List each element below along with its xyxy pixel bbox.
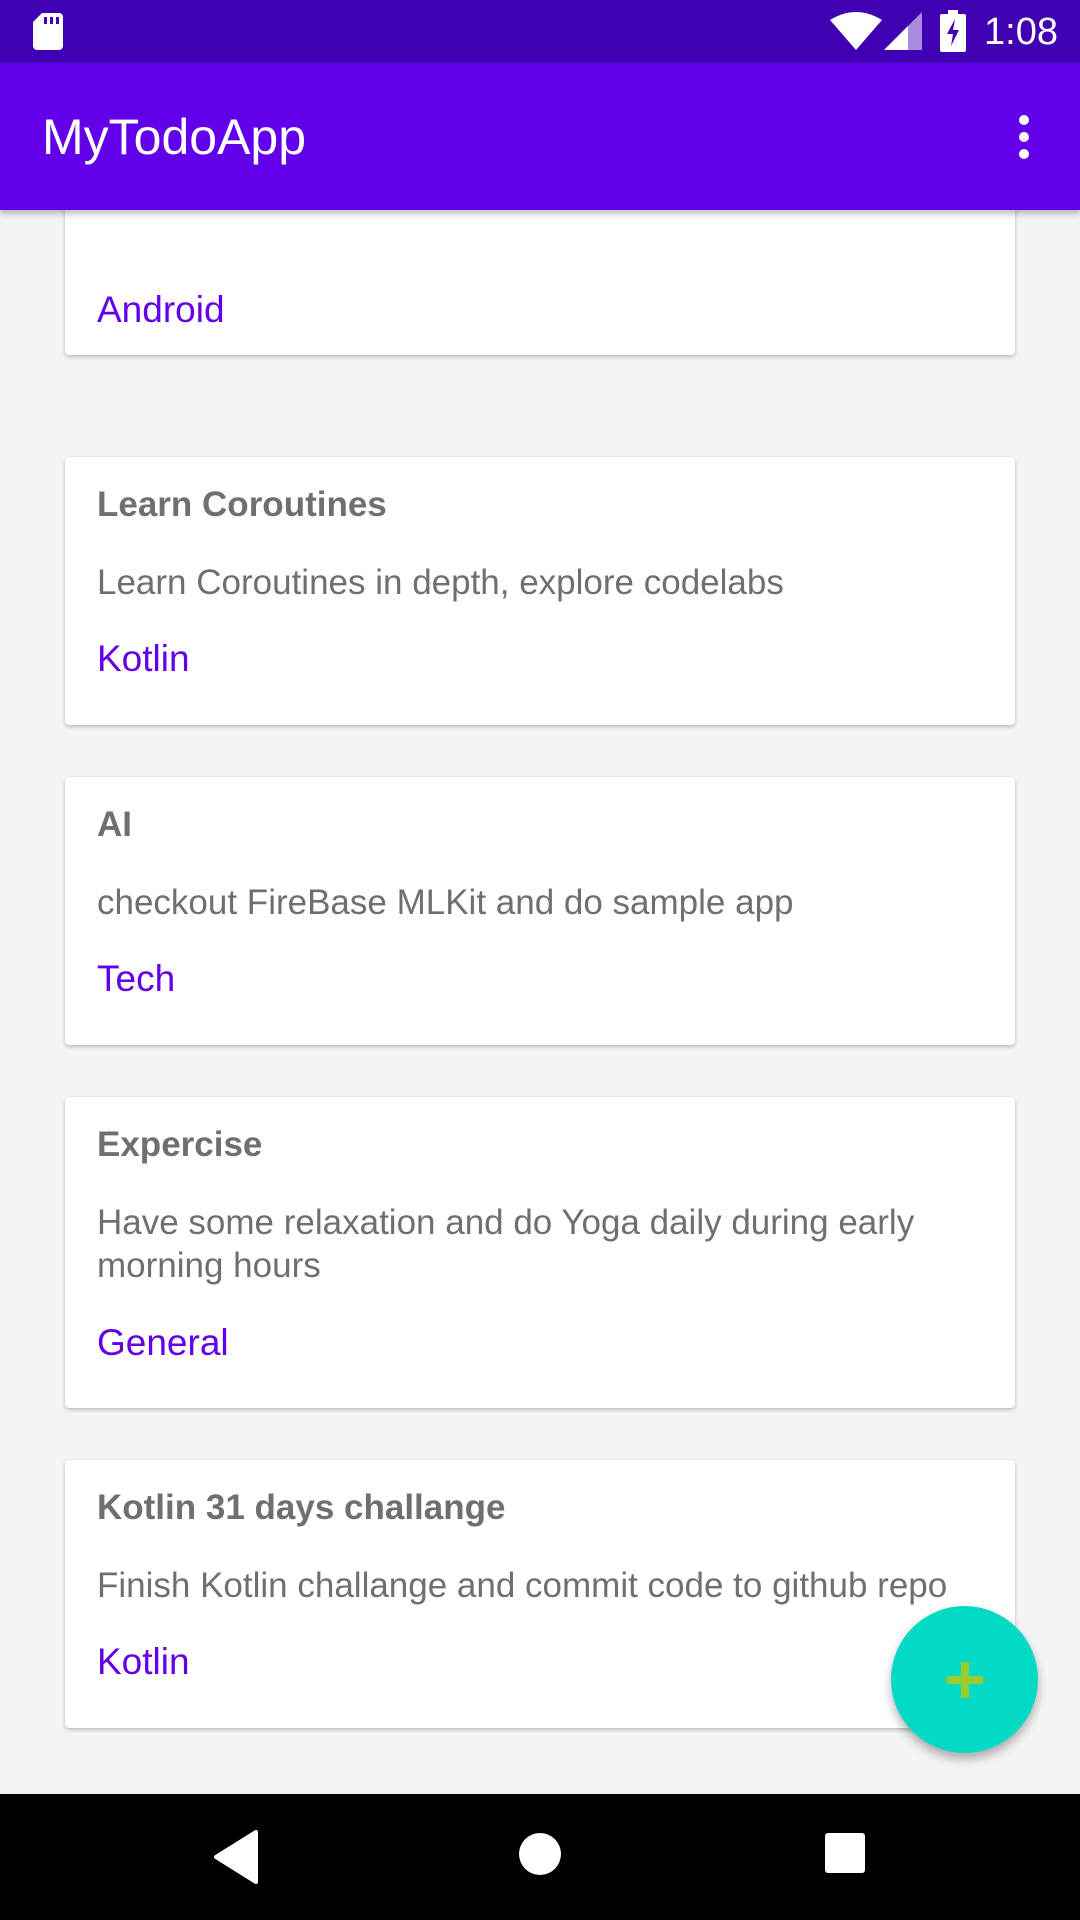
back-icon[interactable] [212, 1828, 260, 1886]
todo-title: Kotlin 31 days challange [97, 1488, 506, 1527]
todo-card[interactable]: Android [65, 210, 1015, 355]
wifi-icon [830, 12, 882, 50]
todo-title: Expercise [97, 1125, 263, 1164]
todo-list[interactable]: Android Learn Coroutines Learn Coroutine… [0, 210, 1080, 1794]
todo-category: Kotlin [97, 1641, 190, 1682]
status-time: 1:08 [984, 11, 1058, 53]
todo-category: Kotlin [97, 638, 190, 679]
todo-title: Learn Coroutines [97, 485, 387, 524]
more-vert-icon[interactable] [1000, 109, 1048, 165]
add-todo-button[interactable] [891, 1606, 1038, 1753]
sd-card-icon [33, 13, 63, 50]
app-title: MyTodoApp [42, 109, 307, 165]
plus-icon [947, 1662, 983, 1698]
todo-category: General [97, 1322, 229, 1363]
todo-description: Have some relaxation and do Yoga daily d… [97, 1203, 915, 1285]
todo-category: Tech [97, 958, 176, 999]
todo-card[interactable]: Expercise Have some relaxation and do Yo… [65, 1097, 1015, 1408]
home-icon[interactable] [518, 1832, 562, 1876]
recents-icon[interactable] [824, 1832, 866, 1874]
todo-description: Learn Coroutines in depth, explore codel… [97, 563, 784, 602]
app-bar: MyTodoApp [0, 63, 1080, 210]
todo-card[interactable]: Kotlin 31 days challange Finish Kotlin c… [65, 1460, 1015, 1728]
cell-signal-icon [884, 12, 922, 50]
screen: 1:08 MyTodoApp Android Learn Coroutines … [0, 0, 1080, 1920]
battery-charging-icon [940, 10, 966, 52]
navigation-bar [0, 1794, 1080, 1920]
todo-title: AI [97, 805, 132, 844]
todo-card[interactable]: Learn Coroutines Learn Coroutines in dep… [65, 457, 1015, 725]
todo-description: checkout FireBase MLKit and do sample ap… [97, 883, 794, 922]
todo-card[interactable]: AI checkout FireBase MLKit and do sample… [65, 777, 1015, 1045]
todo-category: Android [97, 289, 225, 330]
status-bar: 1:08 [0, 0, 1080, 63]
todo-description: Finish Kotlin challange and commit code … [97, 1566, 948, 1605]
